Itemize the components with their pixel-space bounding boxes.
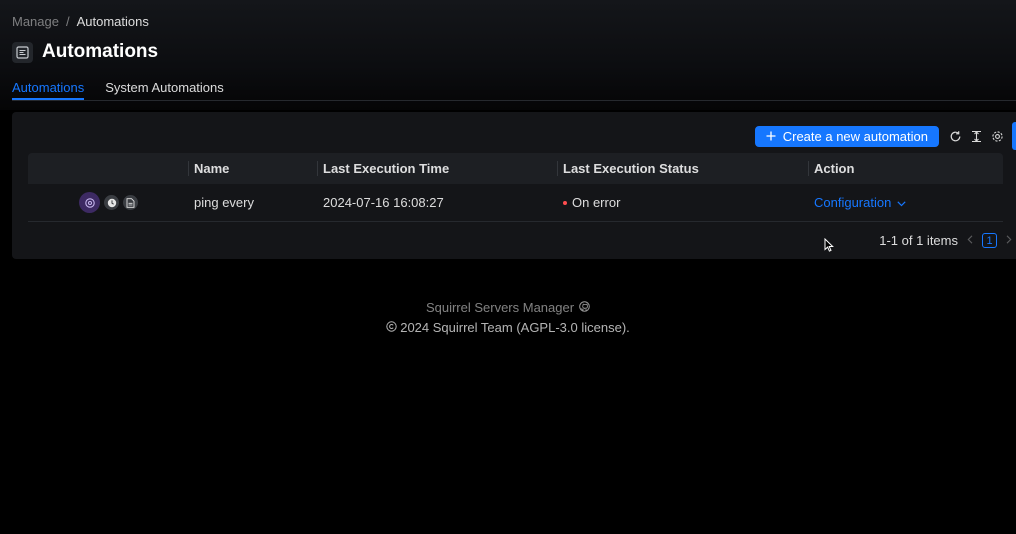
column-header-icons [28, 153, 188, 184]
copyright-icon [386, 320, 397, 335]
reload-icon[interactable] [945, 126, 966, 147]
create-automation-button[interactable]: Create a new automation [754, 125, 939, 147]
plus-icon [766, 129, 776, 144]
tab-automations[interactable]: Automations [12, 72, 85, 100]
breadcrumb: Manage / Automations [12, 14, 149, 29]
breadcrumb-separator: / [65, 14, 70, 29]
row-icons-cell [28, 184, 188, 221]
pagination-summary: 1-1 of 1 items [879, 233, 958, 248]
chevron-left-icon[interactable] [967, 234, 973, 247]
breadcrumb-current: Automations [76, 14, 149, 29]
status-label: On error [572, 195, 621, 210]
column-header-name[interactable]: Name [188, 153, 317, 184]
tabs: Automations System Automations [12, 72, 1016, 101]
page-title: Automations [42, 41, 159, 62]
footer: Squirrel Servers Manager 2024 Squirrel T… [0, 300, 1016, 335]
pagination: 1-1 of 1 items 1 [879, 233, 1012, 248]
row-name: ping every [194, 195, 254, 210]
chevron-down-icon [897, 195, 906, 210]
configuration-dropdown[interactable]: Configuration [814, 195, 906, 210]
row-last-execution-status: On error [557, 184, 808, 221]
chevron-right-icon[interactable] [1006, 234, 1012, 247]
automation-icon [12, 41, 33, 63]
configuration-label: Configuration [814, 195, 892, 210]
clock-icon [104, 195, 119, 210]
column-height-icon[interactable] [966, 126, 987, 147]
file-icon [123, 195, 138, 210]
tab-system-automations[interactable]: System Automations [105, 72, 224, 100]
side-drawer-handle[interactable] [1012, 122, 1016, 150]
robot-icon [79, 192, 100, 213]
footer-copyright: 2024 Squirrel Team (AGPL-3.0 license). [400, 320, 630, 335]
breadcrumb-manage[interactable]: Manage [12, 14, 59, 29]
create-automation-label: Create a new automation [782, 128, 928, 144]
column-header-last-execution-time[interactable]: Last Execution Time [317, 153, 557, 184]
mouse-cursor-icon [824, 237, 834, 255]
automations-table-panel: Create a new automation Name Last Execut… [12, 112, 1016, 259]
row-last-execution-time: 2024-07-16 16:08:27 [323, 195, 444, 210]
page-title-row: Automations [12, 41, 158, 63]
automations-table: Name Last Execution Time Last Execution … [28, 153, 1003, 222]
settings-icon[interactable] [987, 126, 1008, 147]
footer-app-name[interactable]: Squirrel Servers Manager [426, 300, 574, 315]
github-icon[interactable] [579, 300, 590, 315]
status-error-dot [563, 200, 567, 205]
table-header: Name Last Execution Time Last Execution … [28, 153, 1003, 184]
column-header-last-execution-status[interactable]: Last Execution Status [557, 153, 808, 184]
pagination-page-1[interactable]: 1 [982, 233, 997, 248]
row-action: Configuration [808, 184, 1003, 221]
column-header-action: Action [808, 153, 1003, 184]
table-toolbar: Create a new automation [754, 122, 1016, 150]
table-row: ping every 2024-07-16 16:08:27 On error … [28, 184, 1003, 222]
